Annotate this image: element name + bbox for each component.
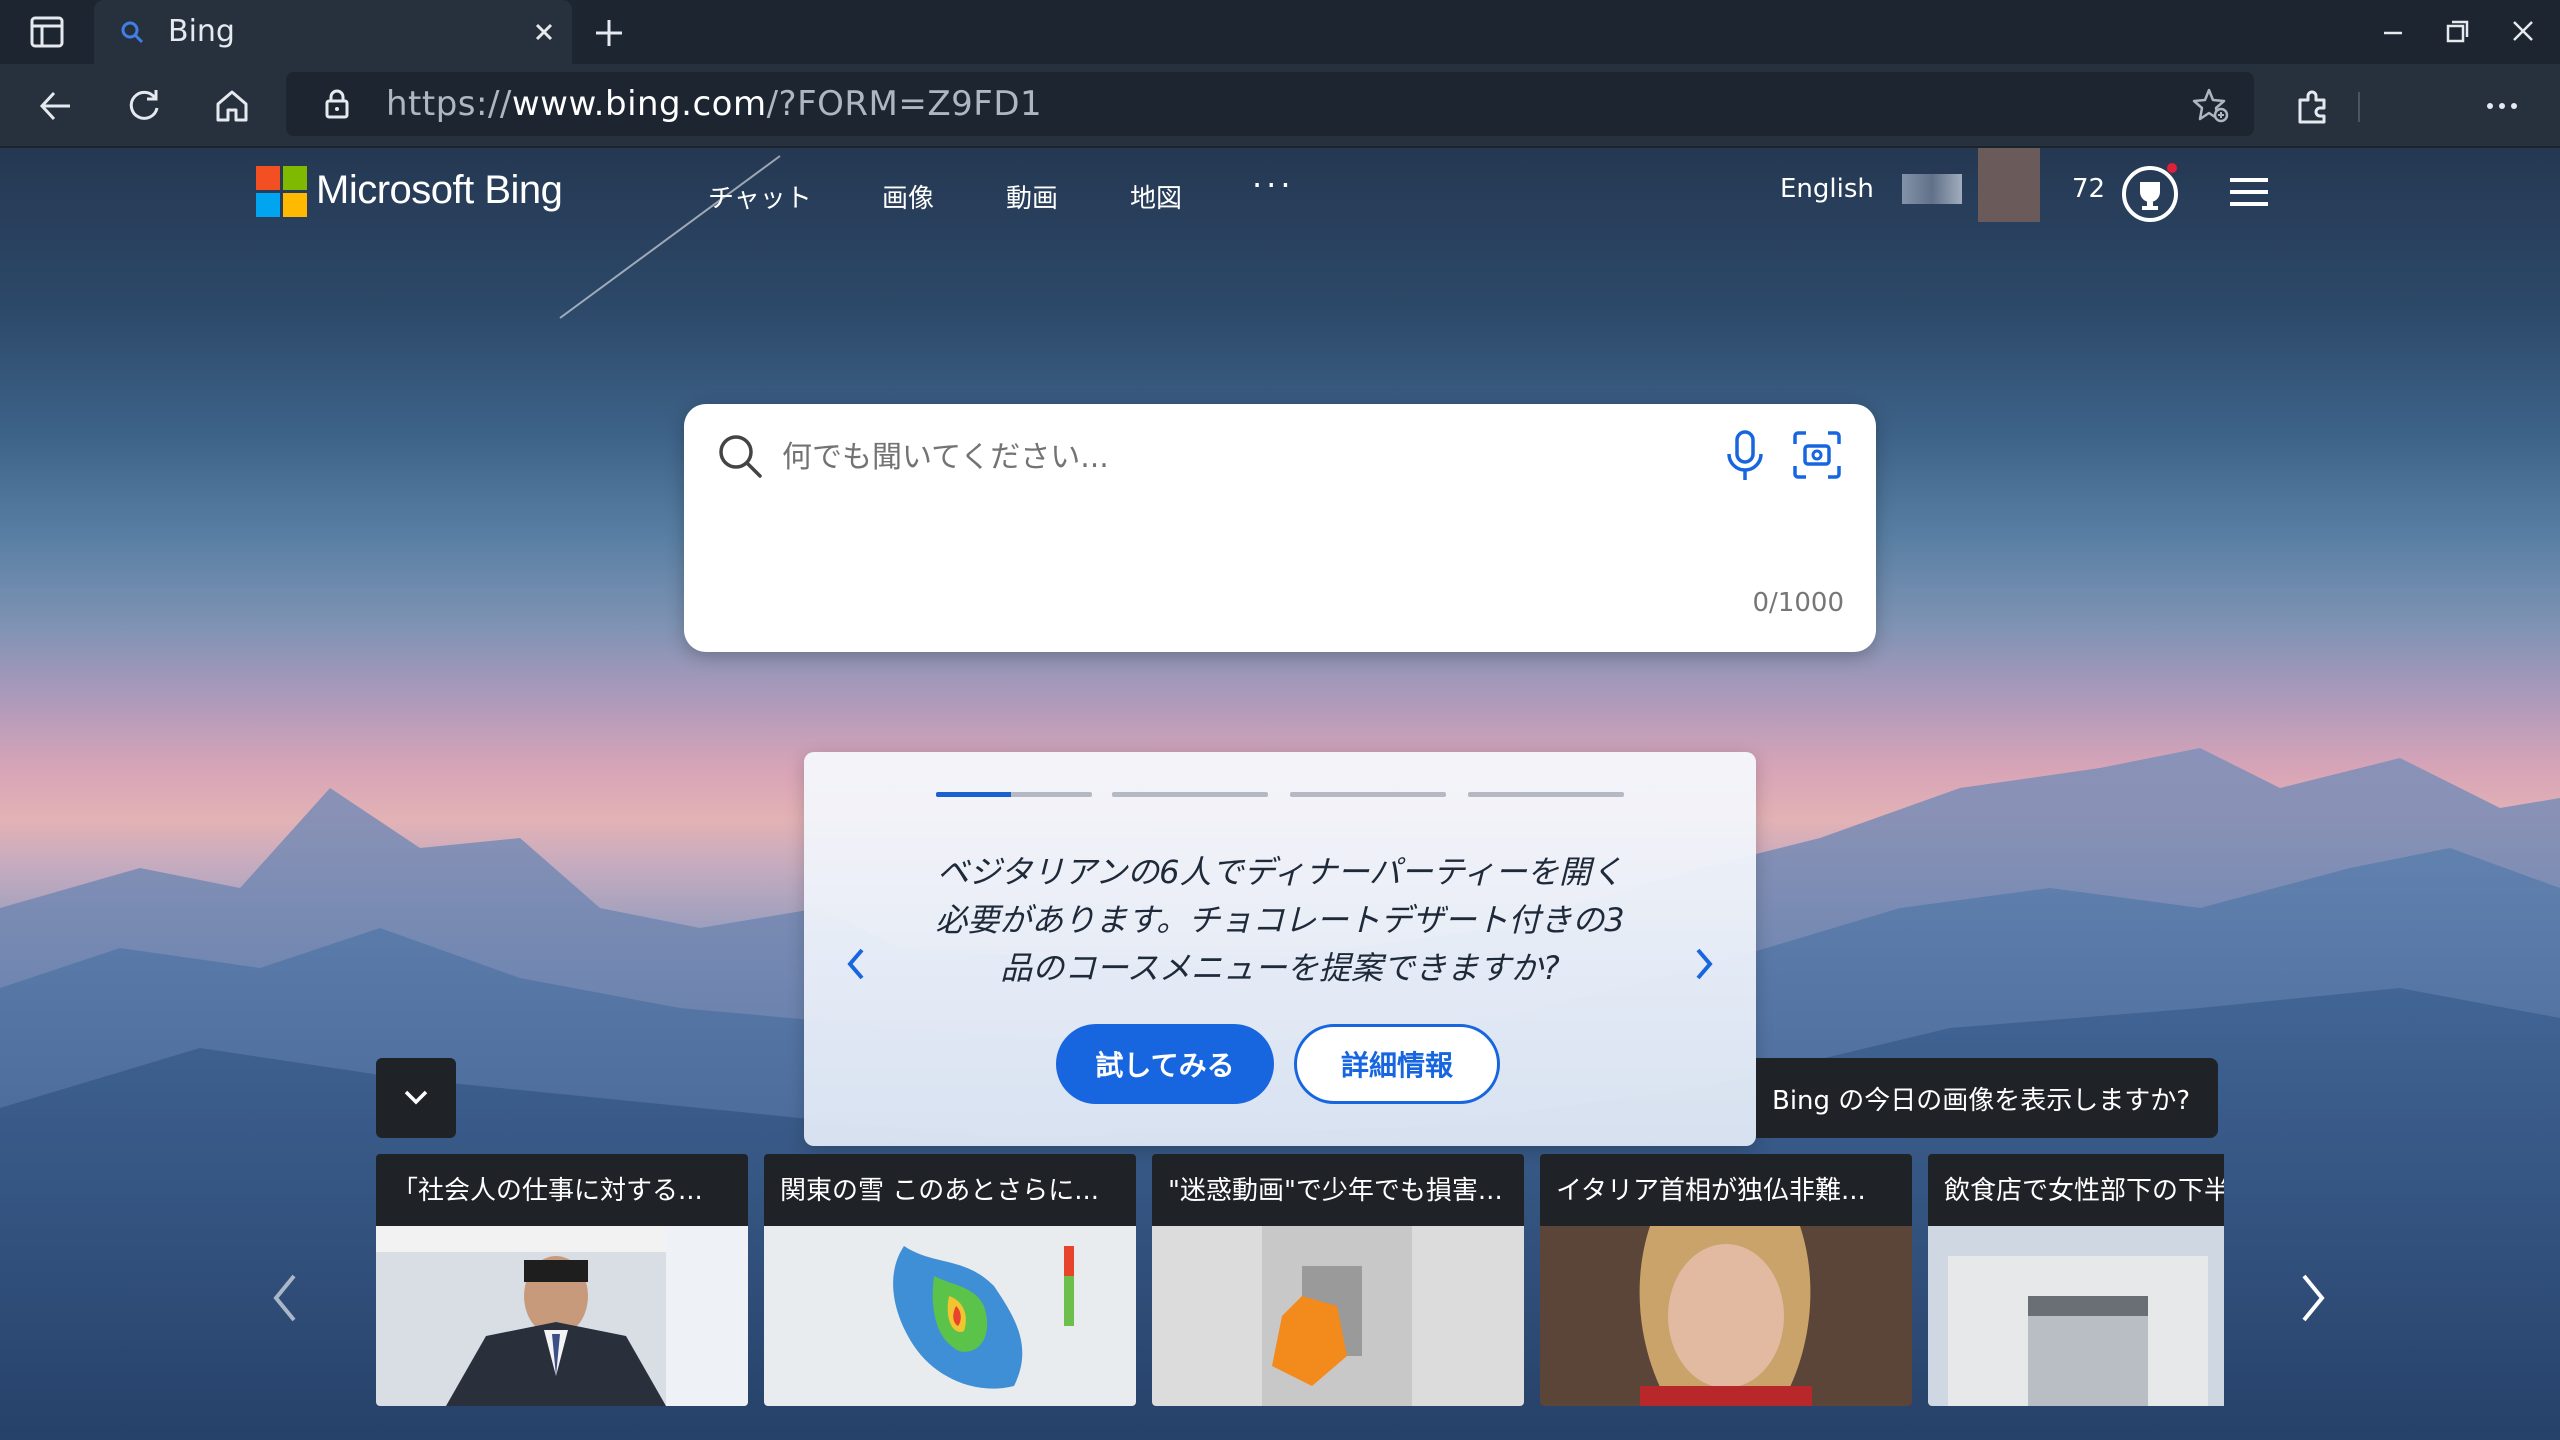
lock-icon[interactable] xyxy=(322,88,352,120)
user-name-redacted[interactable] xyxy=(1902,174,1962,204)
favorites-icon[interactable] xyxy=(2192,86,2230,124)
image-of-day-prompt[interactable]: Bing の今日の画像を表示しますか? xyxy=(1756,1058,2218,1138)
search-input[interactable] xyxy=(780,434,1644,480)
plus-icon[interactable] xyxy=(588,12,630,54)
news-thumbnail xyxy=(376,1226,748,1406)
news-carousel: 「社会人の仕事に対する... 関東の雪 このあとさらに... "迷惑動画"で少年… xyxy=(376,1154,2224,1410)
window-close-icon[interactable] xyxy=(2502,12,2544,52)
mic-icon[interactable] xyxy=(1720,428,1770,484)
news-title: 「社会人の仕事に対する... xyxy=(392,1176,703,1206)
news-thumbnail xyxy=(1928,1226,2224,1406)
url-text[interactable]: https://www.bing.com/?FORM=Z9FD1 xyxy=(386,84,1042,124)
url-scheme: https:// xyxy=(386,84,512,124)
chevron-down-icon xyxy=(404,1090,428,1105)
tab-strip: Bing xyxy=(0,0,2560,64)
close-icon[interactable] xyxy=(528,16,560,48)
news-title: イタリア首相が独仏非難... xyxy=(1556,1176,1866,1206)
news-title: 飲食店で女性部下の下半 xyxy=(1944,1176,2224,1206)
avatar[interactable] xyxy=(1978,148,2040,222)
learn-more-button[interactable]: 詳細情報 xyxy=(1294,1024,1500,1104)
extensions-icon[interactable] xyxy=(2290,84,2334,128)
chevron-left-icon[interactable] xyxy=(264,1266,308,1330)
character-counter: 0/1000 xyxy=(1752,588,1844,618)
search-box[interactable]: 0/1000 xyxy=(684,404,1876,652)
refresh-icon[interactable] xyxy=(122,84,166,128)
news-card[interactable]: 「社会人の仕事に対する... xyxy=(376,1154,748,1406)
chevron-left-icon[interactable] xyxy=(836,938,876,990)
carousel-dot[interactable] xyxy=(1112,792,1268,797)
language-toggle[interactable]: English xyxy=(1780,174,1874,204)
nav-images[interactable]: 画像 xyxy=(882,178,934,215)
url-path: /?FORM=Z9FD1 xyxy=(766,84,1043,124)
news-card[interactable]: 飲食店で女性部下の下半 xyxy=(1928,1154,2224,1406)
more-icon[interactable] xyxy=(2480,84,2524,128)
news-thumbnail xyxy=(1152,1226,1524,1406)
news-thumbnail xyxy=(764,1226,1136,1406)
navigation-bar: https://www.bing.com/?FORM=Z9FD1 xyxy=(0,64,2560,148)
minimize-icon[interactable] xyxy=(2372,12,2414,52)
nav-videos[interactable]: 動画 xyxy=(1006,178,1058,215)
carousel-dot[interactable] xyxy=(1468,792,1624,797)
back-icon[interactable] xyxy=(34,84,78,128)
tab-bing[interactable]: Bing xyxy=(94,0,572,64)
visual-search-icon[interactable] xyxy=(1790,428,1844,482)
rewards-trophy-icon[interactable] xyxy=(2118,162,2182,226)
carousel-indicators xyxy=(936,792,1626,798)
url-host: www.bing.com xyxy=(511,84,767,124)
carousel-dot[interactable] xyxy=(1290,792,1446,797)
search-icon xyxy=(719,435,762,478)
carousel-dot[interactable] xyxy=(936,792,1092,797)
chevron-right-icon[interactable] xyxy=(1684,938,1724,990)
prompt-text: ベジタリアンの6人でディナーパーティーを開く必要があります。チョコレートデザート… xyxy=(935,853,1625,987)
nav-chat[interactable]: チャット xyxy=(708,178,812,215)
news-card[interactable]: 関東の雪 このあとさらに... xyxy=(764,1154,1136,1406)
try-it-button[interactable]: 試してみる xyxy=(1056,1024,1274,1104)
microsoft-logo-icon[interactable] xyxy=(256,166,308,218)
nav-maps[interactable]: 地図 xyxy=(1130,178,1182,215)
search-favicon-icon xyxy=(121,21,144,44)
hamburger-icon[interactable] xyxy=(2226,174,2272,210)
collapse-feed-button[interactable] xyxy=(376,1058,456,1138)
toolbar-divider xyxy=(2358,92,2360,122)
brand-wordmark[interactable]: Microsoft Bing xyxy=(316,168,563,213)
chevron-right-icon[interactable] xyxy=(2290,1266,2334,1330)
news-thumbnail xyxy=(1540,1226,1912,1406)
news-title: 関東の雪 このあとさらに... xyxy=(780,1176,1100,1206)
chat-prompt-card: ベジタリアンの6人でディナーパーティーを開く必要があります。チョコレートデザート… xyxy=(804,752,1756,1146)
rewards-points[interactable]: 72 xyxy=(2072,174,2105,204)
sidebar-panel-icon[interactable] xyxy=(26,14,68,50)
address-bar[interactable]: https://www.bing.com/?FORM=Z9FD1 xyxy=(286,72,2254,136)
home-icon[interactable] xyxy=(210,84,254,128)
news-title: "迷惑動画"で少年でも損害... xyxy=(1168,1176,1503,1206)
nav-more[interactable]: ··· xyxy=(1252,166,1295,204)
image-of-day-text: Bing の今日の画像を表示しますか? xyxy=(1772,1086,2191,1116)
news-card[interactable]: イタリア首相が独仏非難... xyxy=(1540,1154,1912,1406)
bing-homepage: Microsoft Bing チャット 画像 動画 地図 ··· English… xyxy=(0,148,2560,1440)
tab-title: Bing xyxy=(168,14,235,49)
news-card[interactable]: "迷惑動画"で少年でも損害... xyxy=(1152,1154,1524,1406)
restore-icon[interactable] xyxy=(2436,12,2478,52)
